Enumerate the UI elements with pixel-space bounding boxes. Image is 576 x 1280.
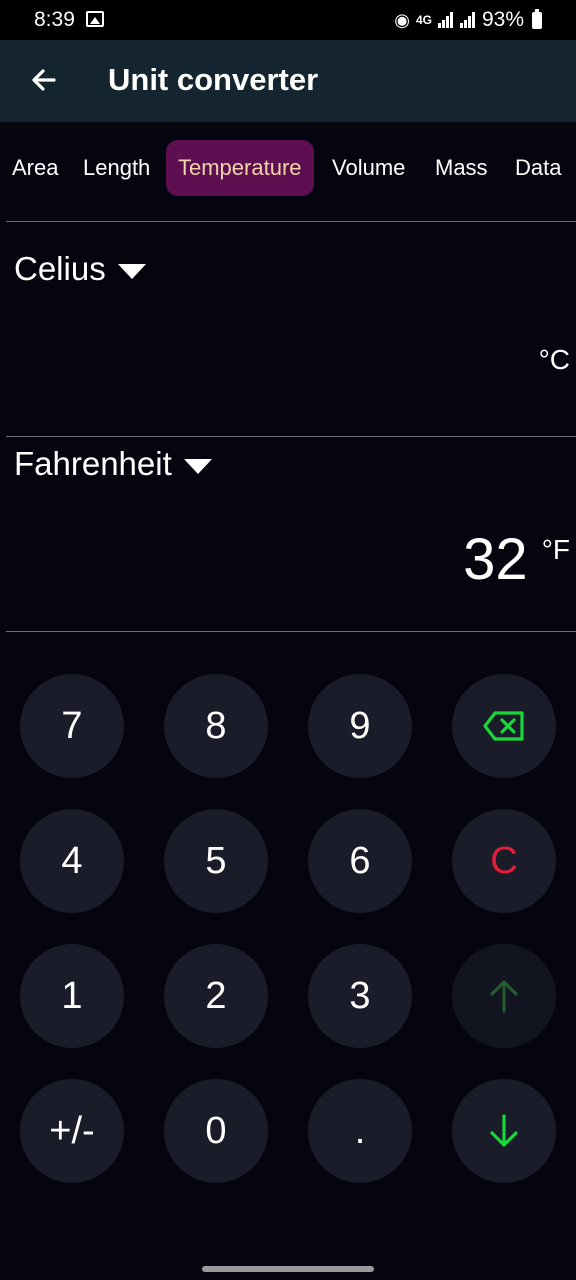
from-unit-dropdown[interactable]: Celius [14,250,146,288]
to-value-row[interactable]: 32 °F [463,530,570,590]
hotspot-icon: ◉ [394,9,410,30]
status-bar: 8:39 ◉ 4G 93% [0,0,576,40]
key-3[interactable]: 3 [308,944,412,1048]
from-unit-symbol: °C [538,344,570,375]
arrow-left-icon[interactable] [28,60,68,100]
plus-minus-button[interactable]: +/- [20,1079,124,1183]
status-icons: ◉ 4G 93% [394,8,542,32]
app-bar: Unit converter [0,40,576,122]
arrow-down-icon [490,1114,518,1147]
key-5[interactable]: 5 [164,809,268,913]
key-2[interactable]: 2 [164,944,268,1048]
key-1[interactable]: 1 [20,944,124,1048]
tab-temperature[interactable]: Temperature [166,140,314,196]
key-7[interactable]: 7 [20,674,124,778]
divider [6,221,576,222]
swap-down-button[interactable] [452,1079,556,1183]
backspace-button[interactable] [452,674,556,778]
key-6[interactable]: 6 [308,809,412,913]
divider [6,631,576,632]
to-value: 32 [463,527,528,592]
to-unit-label: Fahrenheit [14,445,172,482]
backspace-icon [483,711,524,741]
divider [6,436,576,437]
key-0[interactable]: 0 [164,1079,268,1183]
battery-percent: 93% [481,8,524,31]
decimal-button[interactable]: . [308,1079,412,1183]
clear-button[interactable]: C [452,809,556,913]
tab-length[interactable]: Length [83,140,150,196]
signal-icon [437,12,454,28]
from-unit-label: Celius [14,250,106,287]
network-type: 4G [415,13,432,27]
category-tabs: Area Length Temperature Volume Mass Data [0,140,576,198]
key-4[interactable]: 4 [20,809,124,913]
from-value-row[interactable]: °C [525,340,570,376]
signal-icon-2 [459,12,476,28]
gallery-icon [86,11,104,27]
key-8[interactable]: 8 [164,674,268,778]
key-9[interactable]: 9 [308,674,412,778]
triangle-down-icon [183,458,212,474]
page-title: Unit converter [108,62,319,97]
tab-mass[interactable]: Mass [435,140,488,196]
status-time: 8:39 [34,8,75,31]
arrow-up-icon [490,980,518,1013]
battery-icon [532,8,542,29]
tab-data[interactable]: Data [515,140,561,196]
to-unit-dropdown[interactable]: Fahrenheit [14,445,212,483]
swap-up-button[interactable] [452,944,556,1048]
triangle-down-icon [117,263,146,279]
tab-area[interactable]: Area [12,140,58,196]
navigation-handle[interactable] [202,1266,374,1272]
to-unit-symbol: °F [541,534,570,565]
tab-volume[interactable]: Volume [332,140,405,196]
